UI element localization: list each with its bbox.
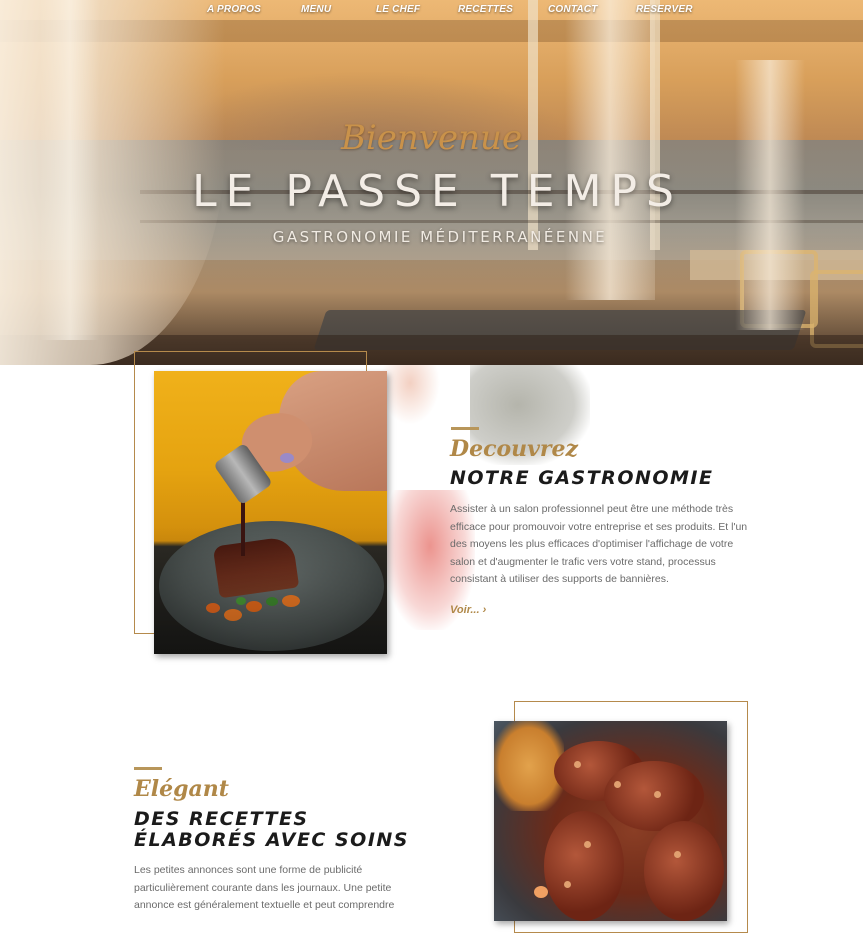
section2-body: Les petites annonces sont une forme de p… <box>134 862 434 915</box>
arrow-right-icon: › <box>482 604 487 616</box>
section1-body-line: Assister à un salon professionnel peut ê… <box>450 503 734 515</box>
photo-shade <box>154 371 387 654</box>
hero-title: LE PASSE TEMPS <box>192 166 683 217</box>
nav-item-recettes[interactable]: RECETTES <box>458 4 513 15</box>
nav-item-a-propos[interactable]: A PROPOS <box>207 4 261 15</box>
nav-item-le-chef[interactable]: LE CHEF <box>376 4 420 15</box>
section1-body: Assister à un salon professionnel peut ê… <box>450 501 760 589</box>
nav-item-menu[interactable]: MENU <box>301 4 331 15</box>
section1-body-line: des moyens les plus efficaces d'optimise… <box>450 538 734 550</box>
photo-sucker <box>574 761 581 768</box>
section2-body-line: Les petites annonces sont une forme de p… <box>134 864 363 876</box>
section1-body-line: consistant à utiliser des supports de ba… <box>450 573 669 585</box>
dish-photo-octopus <box>494 721 727 921</box>
photo-tentacle <box>644 821 724 921</box>
hero-banner: A PROPOS MENU LE CHEF RECETTES CONTACT R… <box>0 0 863 365</box>
section-accent-bar <box>134 767 162 770</box>
section1-heading: NOTRE GASTRONOMIE <box>450 467 714 489</box>
photo-sauce-dot <box>534 886 548 898</box>
section2-script: Elégant <box>134 776 229 802</box>
photo-sucker <box>584 841 591 848</box>
section1-body-line: efficace pour promouvoir votre entrepris… <box>450 520 748 533</box>
section1-script: Decouvrez <box>450 436 579 462</box>
hero-welcome-script: Bienvenue <box>340 118 523 158</box>
see-more-link[interactable]: Voir... › <box>450 604 486 616</box>
hero-subtitle: GASTRONOMIE MÉDITERRANÉENNE <box>272 228 608 246</box>
section2-heading-line1: DES RECETTES <box>134 808 309 830</box>
section2-body-line: annonce est généralement textuelle et pe… <box>134 899 395 911</box>
main-nav: A PROPOS MENU LE CHEF RECETTES CONTACT R… <box>0 4 863 20</box>
section2-heading-line2: ÉLABORÉS AVEC SOINS <box>134 829 409 851</box>
photo-sucker <box>674 851 681 858</box>
nav-item-reserver[interactable]: RESERVER <box>636 4 693 15</box>
decorative-vegetable <box>380 365 440 425</box>
dish-photo-duck <box>154 371 387 654</box>
photo-sucker <box>614 781 621 788</box>
photo-sucker <box>654 791 661 798</box>
photo-sucker <box>564 881 571 888</box>
nav-item-contact[interactable]: CONTACT <box>548 4 598 15</box>
see-more-label: Voir... <box>450 604 480 616</box>
section-accent-bar <box>451 427 479 430</box>
section2-body-line: particulièrement courante dans les journ… <box>134 881 392 894</box>
section1-body-line: salon et d'augmenter le trafic vers votr… <box>450 555 716 568</box>
